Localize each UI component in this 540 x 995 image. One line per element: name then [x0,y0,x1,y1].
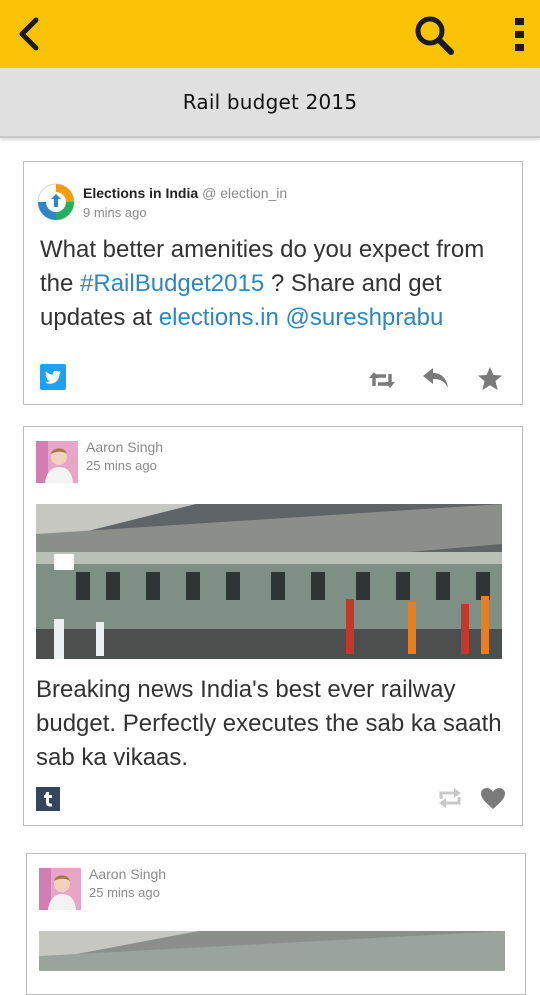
post-time: 25 mins ago [89,885,160,900]
post-text: Breaking news India's best ever railway … [36,676,502,771]
post-text: What better amenities do you expect from… [40,233,510,335]
tumblr-icon[interactable] [36,787,60,811]
page-title: Rail budget 2015 [182,90,358,114]
post-time: 9 mins ago [83,205,147,220]
post-card-twitter[interactable]: Elections in India @ election_in 9 mins a… [23,161,523,405]
twitter-icon[interactable] [40,364,66,390]
author-line: Elections in India @ election_in [83,185,287,201]
reblog-icon[interactable] [436,787,464,809]
post-text-line-3: updates at elections.in @sureshprabu [40,301,510,335]
post-card-tumblr[interactable]: Aaron Singh 25 mins ago Breaking news In… [23,426,523,826]
author-name[interactable]: Elections in India [83,185,198,201]
post-time: 25 mins ago [86,458,157,473]
elections-in-logo-avatar[interactable] [36,182,76,222]
post-text-line-2: the #RailBudget2015 ? Share and get [40,267,510,301]
train-photo[interactable] [39,931,505,971]
search-icon[interactable] [412,14,458,56]
more-vert-icon[interactable] [506,14,534,56]
author-handle[interactable]: @ election_in [202,185,287,201]
reply-icon[interactable] [422,366,450,390]
website-link[interactable]: elections.in [159,304,279,331]
favorite-star-icon[interactable] [477,366,503,391]
hashtag-link[interactable]: #RailBudget2015 [80,270,264,297]
user-avatar[interactable] [39,868,81,910]
author-name[interactable]: Aaron Singh [86,439,163,455]
back-arrow-icon[interactable] [10,14,50,54]
text-fragment: updates at [40,304,159,331]
author-name[interactable]: Aaron Singh [89,866,166,882]
text-fragment: ? Share and get [264,270,442,297]
like-heart-icon[interactable] [480,787,506,810]
post-card-tumblr[interactable]: Aaron Singh 25 mins ago [26,853,526,995]
mention-link[interactable]: @sureshprabu [286,304,444,331]
app-bar [0,0,540,68]
user-avatar[interactable] [36,441,78,483]
post-text-line-1: What better amenities do you expect from [40,236,485,263]
retweet-icon[interactable] [368,369,396,391]
train-photo[interactable] [36,504,502,659]
page-header: Rail budget 2015 [0,68,540,138]
text-fragment: the [40,270,81,297]
